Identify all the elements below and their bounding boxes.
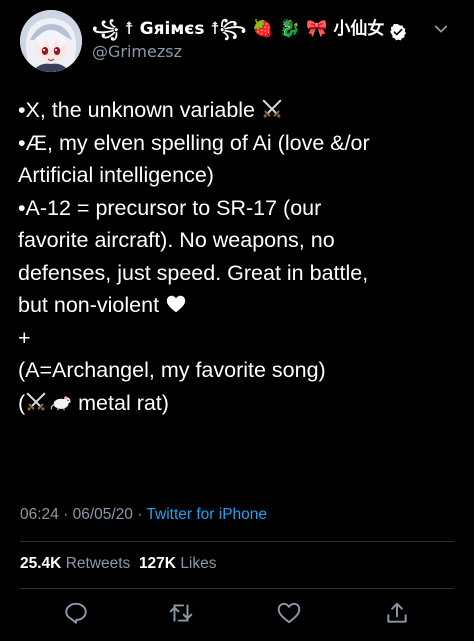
tweet-line-text: •Æ, my elven spelling of Ai (love &/or bbox=[18, 130, 370, 155]
retweets-stat[interactable]: 25.4K Retweets bbox=[20, 555, 130, 572]
tweet-meta: 06:24 · 06/05/20 · Twitter for iPhone bbox=[20, 506, 267, 524]
tweet-time: 06:24 bbox=[20, 506, 59, 523]
tweet-stats: 25.4K Retweets 127K Likes bbox=[20, 555, 217, 573]
meta-separator: · bbox=[132, 506, 147, 523]
tweet-line: (A=Archangel, my favorite song) bbox=[18, 354, 458, 387]
like-icon[interactable] bbox=[276, 600, 302, 626]
tweet-line: defenses, just speed. Great in battle, bbox=[18, 257, 458, 290]
divider bbox=[20, 588, 454, 589]
tweet-line: •A-12 = precursor to SR-17 (our bbox=[18, 192, 458, 225]
tweet-line: •Æ, my elven spelling of Ai (love &/or bbox=[18, 127, 458, 160]
share-icon[interactable] bbox=[384, 600, 410, 626]
tweet-line-text: defenses, just speed. Great in battle, bbox=[18, 260, 369, 285]
avatar[interactable] bbox=[20, 10, 82, 72]
reply-icon[interactable] bbox=[63, 600, 89, 626]
tweet-text: •X, the unknown variable •Æ, my elven sp… bbox=[18, 94, 458, 419]
tweet-line: favorite aircraft). No weapons, no bbox=[18, 224, 458, 257]
tweet-source-link[interactable]: Twitter for iPhone bbox=[146, 506, 267, 523]
meta-separator: · bbox=[58, 506, 73, 523]
tweet-line: ( metal rat) bbox=[18, 387, 458, 420]
tweet-line-text: •A-12 = precursor to SR-17 (our bbox=[18, 195, 322, 220]
tweet-line: Artificial intelligence) bbox=[18, 159, 458, 192]
chevron-down-icon[interactable] bbox=[432, 20, 450, 38]
tweet-line-text: ( bbox=[18, 390, 26, 415]
tweet-line-text: •X, the unknown variable bbox=[18, 98, 261, 122]
tweet-line-text: metal rat) bbox=[72, 390, 169, 415]
likes-label: Likes bbox=[180, 555, 217, 572]
tweet-date: 06/05/20 bbox=[72, 506, 133, 523]
retweets-count: 25.4K bbox=[20, 555, 62, 572]
user-handle[interactable]: @Grimezsz bbox=[92, 42, 182, 61]
tweet-actions bbox=[0, 600, 474, 628]
rat-icon bbox=[50, 395, 72, 410]
crossed-swords-icon bbox=[262, 99, 282, 118]
retweet-icon[interactable] bbox=[168, 600, 194, 626]
tweet-header: ꧁ ☨ Gяiмєs ☨꧂ 🍓 🐉 🎀 小仙女 @Grimezsz bbox=[0, 0, 474, 80]
tweet-line-text: (A=Archangel, my favorite song) bbox=[18, 358, 326, 382]
verified-badge-icon bbox=[390, 23, 407, 41]
likes-count: 127K bbox=[138, 555, 176, 572]
retweets-label: Retweets bbox=[65, 555, 131, 572]
tweet-line-text: but non-violent bbox=[18, 293, 166, 317]
tweet-line-text: + bbox=[18, 325, 31, 350]
tweet-line-text: Artificial intelligence) bbox=[18, 163, 214, 187]
white-heart-icon bbox=[166, 295, 186, 313]
tweet-line: but non-violent bbox=[18, 289, 458, 322]
tweet-line: + bbox=[18, 322, 458, 355]
tweet-line: •X, the unknown variable bbox=[18, 94, 458, 127]
divider bbox=[20, 541, 454, 542]
crossed-swords-icon bbox=[26, 392, 46, 410]
tweet-line-text: favorite aircraft). No weapons, no bbox=[18, 228, 335, 252]
likes-stat[interactable]: 127K Likes bbox=[139, 555, 217, 572]
